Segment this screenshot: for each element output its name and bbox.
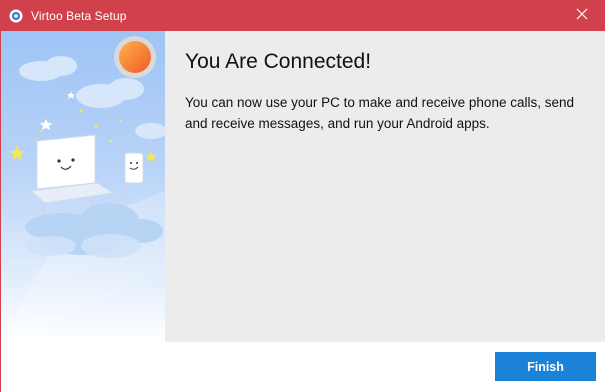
close-button[interactable] (559, 0, 605, 31)
window-title: Virtoo Beta Setup (31, 8, 127, 23)
connected-message: You can now use your PC to make and rece… (185, 95, 574, 131)
content-panel: You Are Connected! You can now use your … (165, 31, 605, 342)
setup-window: Virtoo Beta Setup You Are Connected! You… (0, 0, 605, 392)
close-icon (576, 7, 588, 25)
virtoo-app-icon (9, 9, 23, 23)
sun-icon (114, 36, 156, 78)
page-title: You Are Connected! (185, 50, 372, 73)
title-bar: Virtoo Beta Setup (0, 0, 605, 31)
connected-illustration (1, 31, 165, 342)
finish-button[interactable]: Finish (495, 352, 596, 381)
